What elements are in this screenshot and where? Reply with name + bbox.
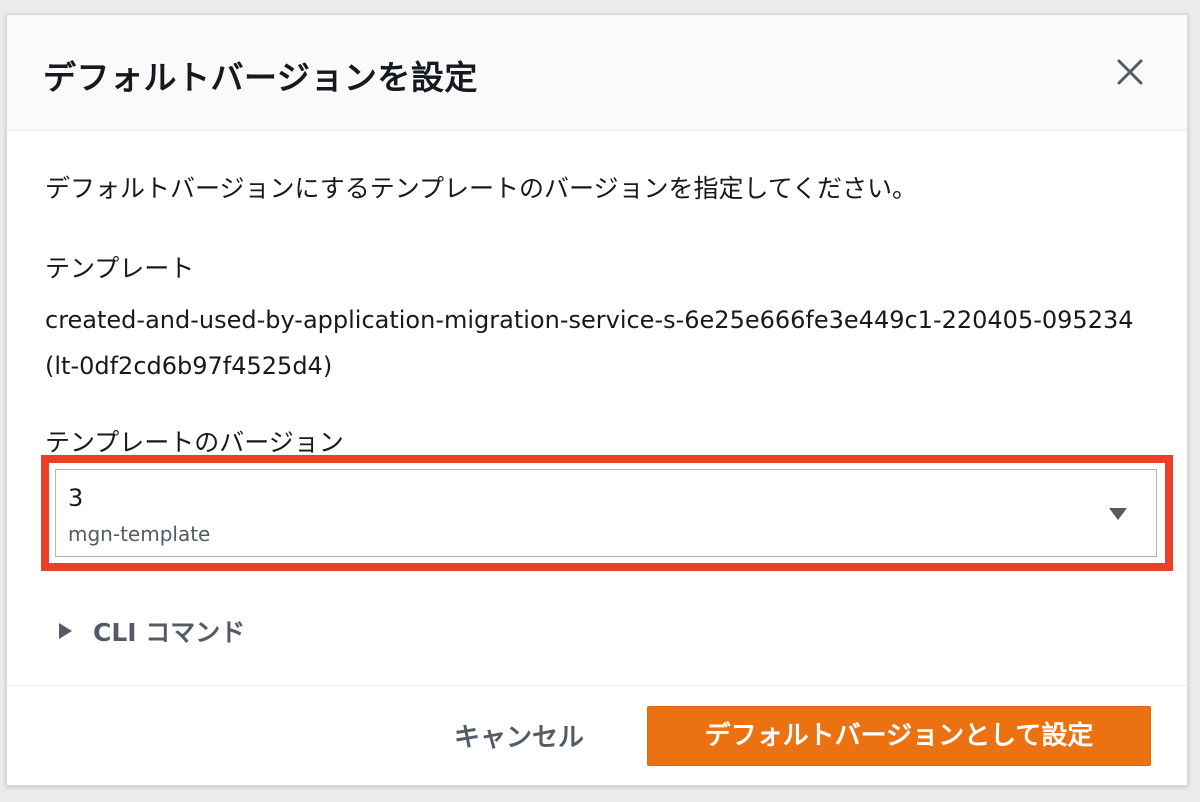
cli-command-toggle[interactable]: CLI コマンド	[57, 611, 245, 651]
select-description: mgn-template	[68, 522, 211, 546]
set-default-version-modal: デフォルトバージョンを設定 デフォルトバージョンにするテンプレートのバージョンを…	[6, 14, 1188, 786]
close-icon	[1117, 59, 1143, 85]
caret-down-icon	[1109, 508, 1127, 520]
modal-header: デフォルトバージョンを設定	[7, 15, 1187, 131]
modal-description: デフォルトバージョンにするテンプレートのバージョンを指定してください。	[45, 174, 918, 203]
template-label: テンプレート	[45, 254, 195, 283]
set-as-default-button[interactable]: デフォルトバージョンとして設定	[647, 706, 1151, 766]
cancel-button[interactable]: キャンセル	[429, 710, 609, 766]
caret-right-icon	[59, 623, 72, 639]
modal-footer: キャンセル デフォルトバージョンとして設定	[7, 685, 1187, 785]
template-name: created-and-used-by-application-migratio…	[45, 306, 1134, 380]
modal-title: デフォルトバージョンを設定	[43, 58, 478, 97]
select-value: 3	[68, 484, 84, 512]
template-version-select[interactable]: 3 mgn-template	[55, 469, 1157, 557]
template-version-label: テンプレートのバージョン	[45, 428, 344, 457]
cli-command-label: CLI コマンド	[93, 618, 246, 647]
close-button[interactable]	[1113, 55, 1147, 89]
